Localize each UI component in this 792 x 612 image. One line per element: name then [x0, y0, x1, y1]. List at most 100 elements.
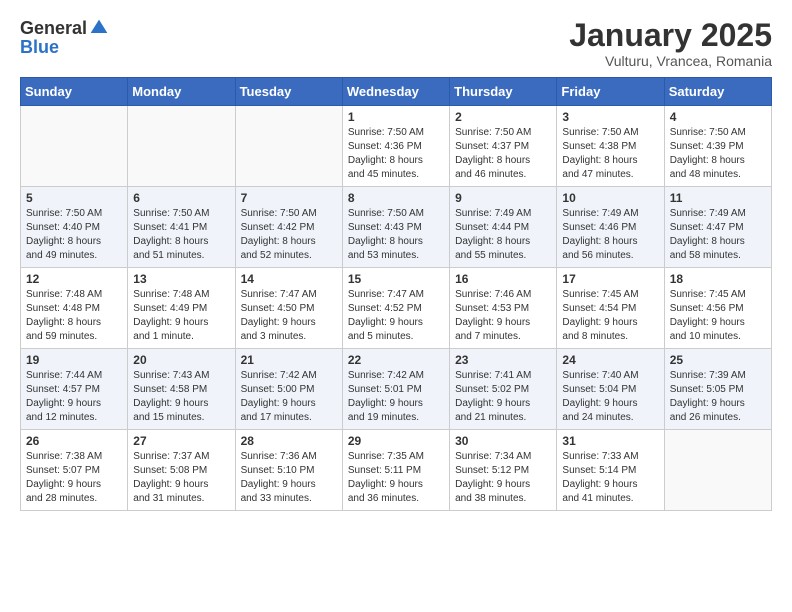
- day-number: 25: [670, 353, 766, 367]
- cell-daylight-info: Sunrise: 7:40 AMSunset: 5:04 PMDaylight:…: [562, 369, 658, 425]
- day-number: 2: [455, 110, 551, 124]
- day-header-tuesday: Tuesday: [235, 78, 342, 106]
- cell-daylight-info: Sunrise: 7:50 AMSunset: 4:39 PMDaylight:…: [670, 126, 766, 182]
- day-number: 17: [562, 272, 658, 286]
- calendar-cell: [128, 106, 235, 187]
- day-header-friday: Friday: [557, 78, 664, 106]
- location-subtitle: Vulturu, Vrancea, Romania: [569, 53, 772, 69]
- cell-daylight-info: Sunrise: 7:42 AMSunset: 5:01 PMDaylight:…: [348, 369, 444, 425]
- calendar-table: SundayMondayTuesdayWednesdayThursdayFrid…: [20, 77, 772, 511]
- calendar-cell: 9Sunrise: 7:49 AMSunset: 4:44 PMDaylight…: [450, 187, 557, 268]
- calendar-cell: 12 Sunrise: 7:48 AMSunset: 4:48 PMDayligh…: [21, 268, 128, 349]
- calendar-cell: 10Sunrise: 7:49 AMSunset: 4:46 PMDayligh…: [557, 187, 664, 268]
- calendar-cell: 8Sunrise: 7:50 AMSunset: 4:43 PMDaylight…: [342, 187, 449, 268]
- day-number: 21: [241, 353, 337, 367]
- logo-blue: Blue: [20, 37, 59, 57]
- day-number: 5: [26, 191, 122, 205]
- calendar-cell: 19 Sunrise: 7:44 AMSunset: 4:57 PMDayligh…: [21, 349, 128, 430]
- cell-daylight-info: Sunrise: 7:45 AMSunset: 4:56 PMDaylight:…: [670, 288, 766, 344]
- cell-daylight-info: Sunrise: 7:50 AMSunset: 4:40 PMDaylight:…: [26, 207, 122, 263]
- day-number: 30: [455, 434, 551, 448]
- day-number: 13: [133, 272, 229, 286]
- days-header-row: SundayMondayTuesdayWednesdayThursdayFrid…: [21, 78, 772, 106]
- calendar-wrapper: SundayMondayTuesdayWednesdayThursdayFrid…: [10, 73, 782, 521]
- cell-daylight-info: Sunrise: 7:50 AMSunset: 4:42 PMDaylight:…: [241, 207, 337, 263]
- cell-daylight-info: Sunrise: 7:47 AMSunset: 4:52 PMDaylight:…: [348, 288, 444, 344]
- calendar-cell: 15 Sunrise: 7:47 AMSunset: 4:52 PMDayligh…: [342, 268, 449, 349]
- day-number: 16: [455, 272, 551, 286]
- cell-daylight-info: Sunrise: 7:50 AMSunset: 4:41 PMDaylight:…: [133, 207, 229, 263]
- day-header-saturday: Saturday: [664, 78, 771, 106]
- day-number: 19: [26, 353, 122, 367]
- cell-daylight-info: Sunrise: 7:46 AMSunset: 4:53 PMDaylight:…: [455, 288, 551, 344]
- calendar-cell: 22 Sunrise: 7:42 AMSunset: 5:01 PMDayligh…: [342, 349, 449, 430]
- calendar-cell: 4 Sunrise: 7:50 AMSunset: 4:39 PMDaylight…: [664, 106, 771, 187]
- cell-daylight-info: Sunrise: 7:43 AMSunset: 4:58 PMDaylight:…: [133, 369, 229, 425]
- week-row-1: 1 Sunrise: 7:50 AMSunset: 4:36 PMDaylight…: [21, 106, 772, 187]
- calendar-cell: 28 Sunrise: 7:36 AMSunset: 5:10 PMDayligh…: [235, 430, 342, 511]
- day-header-monday: Monday: [128, 78, 235, 106]
- calendar-cell: 6 Sunrise: 7:50 AMSunset: 4:41 PMDaylight…: [128, 187, 235, 268]
- cell-daylight-info: Sunrise: 7:34 AMSunset: 5:12 PMDaylight:…: [455, 450, 551, 506]
- cell-daylight-info: Sunrise: 7:33 AMSunset: 5:14 PMDaylight:…: [562, 450, 658, 506]
- day-number: 6: [133, 191, 229, 205]
- day-number: 26: [26, 434, 122, 448]
- calendar-cell: 11Sunrise: 7:49 AMSunset: 4:47 PMDayligh…: [664, 187, 771, 268]
- cell-daylight-info: Sunrise: 7:44 AMSunset: 4:57 PMDaylight:…: [26, 369, 122, 425]
- cell-daylight-info: Sunrise: 7:48 AMSunset: 4:49 PMDaylight:…: [133, 288, 229, 344]
- calendar-cell: [21, 106, 128, 187]
- cell-daylight-info: Sunrise: 7:49 AMSunset: 4:44 PMDaylight:…: [455, 207, 551, 263]
- calendar-cell: 31Sunrise: 7:33 AMSunset: 5:14 PMDayligh…: [557, 430, 664, 511]
- day-number: 3: [562, 110, 658, 124]
- calendar-cell: 18Sunrise: 7:45 AMSunset: 4:56 PMDayligh…: [664, 268, 771, 349]
- calendar-cell: 24 Sunrise: 7:40 AMSunset: 5:04 PMDayligh…: [557, 349, 664, 430]
- cell-daylight-info: Sunrise: 7:47 AMSunset: 4:50 PMDaylight:…: [241, 288, 337, 344]
- calendar-cell: 17 Sunrise: 7:45 AMSunset: 4:54 PMDayligh…: [557, 268, 664, 349]
- week-row-4: 19 Sunrise: 7:44 AMSunset: 4:57 PMDayligh…: [21, 349, 772, 430]
- cell-daylight-info: Sunrise: 7:48 AMSunset: 4:48 PMDaylight:…: [26, 288, 122, 344]
- cell-daylight-info: Sunrise: 7:50 AMSunset: 4:36 PMDaylight:…: [348, 126, 444, 182]
- day-number: 15: [348, 272, 444, 286]
- day-number: 28: [241, 434, 337, 448]
- calendar-cell: 16 Sunrise: 7:46 AMSunset: 4:53 PMDayligh…: [450, 268, 557, 349]
- day-number: 4: [670, 110, 766, 124]
- calendar-cell: 26 Sunrise: 7:38 AMSunset: 5:07 PMDayligh…: [21, 430, 128, 511]
- day-header-wednesday: Wednesday: [342, 78, 449, 106]
- day-number: 20: [133, 353, 229, 367]
- day-number: 27: [133, 434, 229, 448]
- calendar-cell: 3Sunrise: 7:50 AMSunset: 4:38 PMDaylight…: [557, 106, 664, 187]
- calendar-cell: 27Sunrise: 7:37 AMSunset: 5:08 PMDayligh…: [128, 430, 235, 511]
- logo: General Blue: [20, 18, 109, 58]
- cell-daylight-info: Sunrise: 7:36 AMSunset: 5:10 PMDaylight:…: [241, 450, 337, 506]
- calendar-cell: 29Sunrise: 7:35 AMSunset: 5:11 PMDayligh…: [342, 430, 449, 511]
- day-number: 22: [348, 353, 444, 367]
- calendar-cell: 13 Sunrise: 7:48 AMSunset: 4:49 PMDayligh…: [128, 268, 235, 349]
- cell-daylight-info: Sunrise: 7:38 AMSunset: 5:07 PMDaylight:…: [26, 450, 122, 506]
- day-number: 29: [348, 434, 444, 448]
- week-row-5: 26 Sunrise: 7:38 AMSunset: 5:07 PMDayligh…: [21, 430, 772, 511]
- day-number: 23: [455, 353, 551, 367]
- cell-daylight-info: Sunrise: 7:50 AMSunset: 4:37 PMDaylight:…: [455, 126, 551, 182]
- day-number: 1: [348, 110, 444, 124]
- logo-icon: [89, 18, 109, 38]
- month-title: January 2025: [569, 18, 772, 53]
- calendar-cell: [664, 430, 771, 511]
- calendar-cell: 25 Sunrise: 7:39 AMSunset: 5:05 PMDayligh…: [664, 349, 771, 430]
- cell-daylight-info: Sunrise: 7:39 AMSunset: 5:05 PMDaylight:…: [670, 369, 766, 425]
- calendar-cell: 23Sunrise: 7:41 AMSunset: 5:02 PMDayligh…: [450, 349, 557, 430]
- day-number: 24: [562, 353, 658, 367]
- day-number: 7: [241, 191, 337, 205]
- cell-daylight-info: Sunrise: 7:50 AMSunset: 4:43 PMDaylight:…: [348, 207, 444, 263]
- calendar-cell: 5 Sunrise: 7:50 AMSunset: 4:40 PMDaylight…: [21, 187, 128, 268]
- calendar-cell: 21 Sunrise: 7:42 AMSunset: 5:00 PMDayligh…: [235, 349, 342, 430]
- page-header: General Blue January 2025 Vulturu, Vranc…: [10, 10, 782, 73]
- day-header-sunday: Sunday: [21, 78, 128, 106]
- day-number: 12: [26, 272, 122, 286]
- calendar-cell: 20 Sunrise: 7:43 AMSunset: 4:58 PMDayligh…: [128, 349, 235, 430]
- day-number: 11: [670, 191, 766, 205]
- cell-daylight-info: Sunrise: 7:42 AMSunset: 5:00 PMDaylight:…: [241, 369, 337, 425]
- calendar-cell: 2 Sunrise: 7:50 AMSunset: 4:37 PMDaylight…: [450, 106, 557, 187]
- calendar-cell: 30 Sunrise: 7:34 AMSunset: 5:12 PMDayligh…: [450, 430, 557, 511]
- cell-daylight-info: Sunrise: 7:45 AMSunset: 4:54 PMDaylight:…: [562, 288, 658, 344]
- calendar-cell: 7 Sunrise: 7:50 AMSunset: 4:42 PMDaylight…: [235, 187, 342, 268]
